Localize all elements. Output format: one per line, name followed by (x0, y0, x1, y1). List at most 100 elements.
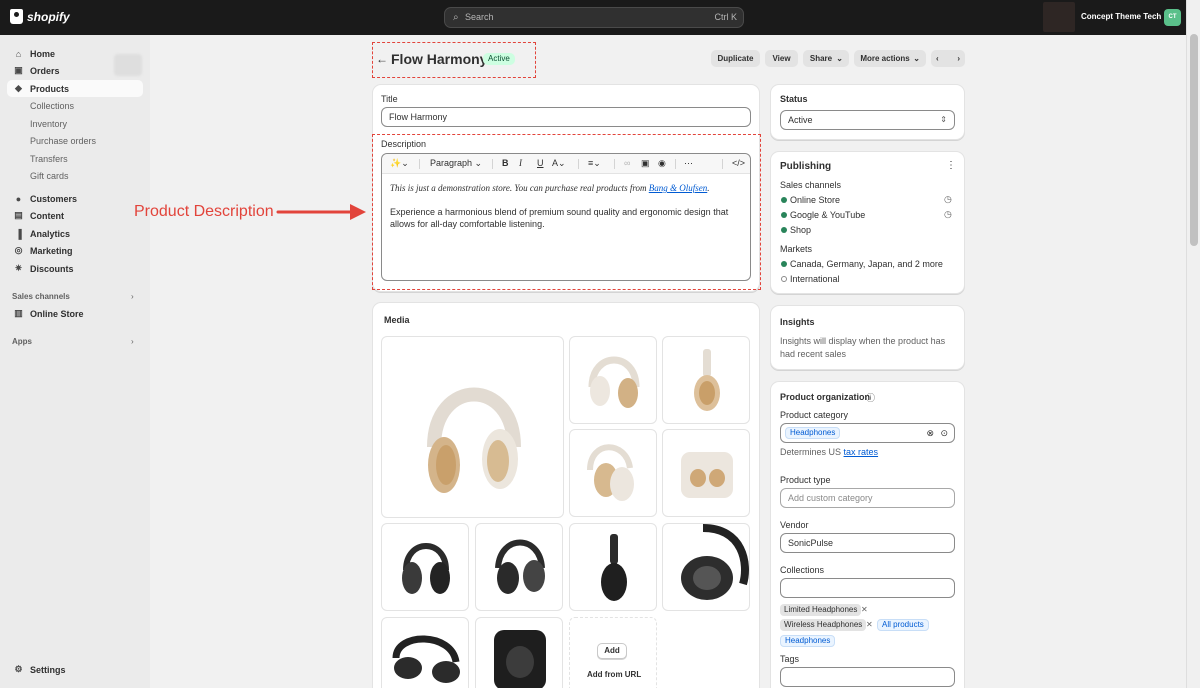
sidebar-item-settings[interactable]: ⚙ Settings (7, 661, 143, 678)
media-tile[interactable] (381, 617, 469, 688)
notice-text: This is just a demonstration store. You … (390, 183, 647, 193)
share-button[interactable]: Share ⌄ (803, 50, 849, 67)
duplicate-button[interactable]: Duplicate (711, 50, 760, 67)
sidebar-item-label: Inventory (30, 118, 68, 129)
remove-icon[interactable]: ✕ (861, 605, 868, 614)
annotation-label: Product Description (134, 203, 274, 220)
sidebar-item-label: Purchase orders (30, 135, 97, 146)
paragraph-select[interactable]: Paragraph ⌄ (430, 158, 482, 169)
next-product-icon[interactable]: › (957, 50, 960, 67)
store-thumbnail[interactable] (1043, 2, 1075, 32)
category-label: Product category (780, 410, 849, 420)
media-tile-main[interactable] (381, 336, 564, 518)
title-field[interactable]: Flow Harmony (381, 107, 751, 127)
media-heading: Media (384, 315, 410, 325)
headphones-black-image (495, 539, 545, 594)
media-tile[interactable] (662, 523, 750, 611)
collections-label: Collections (780, 565, 825, 575)
collections-field[interactable] (780, 578, 955, 598)
page-scrollbar[interactable] (1186, 0, 1200, 688)
product-type-field[interactable]: Add custom category (780, 488, 955, 508)
sidebar-item-marketing[interactable]: ◎ Marketing (7, 242, 143, 259)
bold-icon[interactable]: B (502, 158, 509, 168)
schedule-icon[interactable]: ◷ (944, 209, 952, 220)
back-arrow-icon[interactable]: ← (376, 52, 388, 66)
remove-icon[interactable]: ✕ (866, 620, 873, 629)
sales-channels-heading[interactable]: Sales channels (12, 292, 70, 301)
share-label: Share (809, 54, 833, 63)
sidebar-item-customers[interactable]: ● Customers (7, 190, 143, 207)
vendor-field[interactable]: SonicPulse (780, 533, 955, 553)
search-input[interactable]: ⌕ Search Ctrl K (444, 7, 744, 28)
avatar[interactable]: CT (1164, 9, 1181, 26)
sidebar-item-gift-cards[interactable]: Gift cards (7, 167, 143, 184)
video-icon[interactable]: ◉ (658, 158, 666, 169)
description-body: Experience a harmonious blend of premium… (390, 207, 729, 229)
status-select[interactable]: Active ⇕ (780, 110, 955, 130)
collection-chip[interactable]: Headphones (780, 635, 836, 647)
schedule-icon[interactable]: ◷ (944, 194, 952, 205)
ai-magic-icon[interactable]: ✨⌄ (390, 158, 409, 169)
sidebar-item-collections[interactable]: Collections (7, 97, 143, 114)
code-view-icon[interactable]: </> (732, 158, 745, 168)
description-editor[interactable]: ✨⌄ Paragraph ⌄ B I U A⌄ ≡⌄ ∞ ▣ ◉ ⋯ </> T… (381, 153, 751, 281)
more-icon[interactable]: ⋯ (684, 158, 693, 169)
media-tile[interactable] (569, 336, 657, 424)
text-color-icon[interactable]: A⌄ (552, 158, 566, 169)
media-tile[interactable] (662, 336, 750, 424)
sidebar-item-transfers[interactable]: Transfers (7, 150, 143, 167)
confirm-icon[interactable]: ⊙ (940, 424, 948, 442)
sidebar-item-purchase-orders[interactable]: Purchase orders (7, 132, 143, 149)
scrollbar-thumb[interactable] (1190, 34, 1198, 246)
category-chip[interactable]: Headphones (785, 427, 841, 439)
chevron-right-icon[interactable]: › (131, 292, 134, 301)
sidebar-item-online-store[interactable]: ▥ Online Store (7, 305, 143, 322)
gear-icon: ⚙ (14, 664, 23, 674)
media-tile[interactable] (569, 429, 657, 517)
clear-icon[interactable]: ⊗ (926, 424, 934, 442)
target-icon: ◎ (14, 245, 23, 255)
paragraph-label: Paragraph (430, 158, 473, 168)
sidebar-item-home[interactable]: ⌂ Home (7, 45, 143, 62)
add-from-url-link[interactable]: Add from URL (587, 670, 641, 679)
sidebar-item-orders[interactable]: ▣ Orders (7, 62, 143, 79)
channel-status-dot (781, 212, 787, 218)
sidebar-item-inventory[interactable]: Inventory (7, 115, 143, 132)
shopify-bag-icon (10, 9, 23, 24)
headphones-black-flat-image (392, 635, 460, 683)
sidebar-item-products[interactable]: ◆ Products (7, 80, 143, 97)
media-tile[interactable] (475, 617, 563, 688)
link-icon[interactable]: ∞ (624, 158, 630, 168)
tags-field[interactable] (780, 667, 955, 687)
more-actions-label: More actions (860, 54, 910, 63)
category-field[interactable]: Headphones ⊗ ⊙ (780, 423, 955, 443)
collection-chip[interactable]: All products (877, 619, 929, 631)
kebab-menu-icon[interactable]: ⋮ (946, 160, 956, 171)
store-name[interactable]: Concept Theme Tech (1081, 12, 1161, 21)
info-icon[interactable]: ⓘ (866, 391, 875, 404)
apps-heading[interactable]: Apps (12, 337, 32, 346)
image-icon[interactable]: ▣ (641, 158, 650, 169)
more-actions-button[interactable]: More actions ⌄ (854, 50, 926, 67)
sidebar-item-analytics[interactable]: ▐ Analytics (7, 225, 143, 242)
media-tile[interactable] (569, 523, 657, 611)
media-tile[interactable] (662, 429, 750, 517)
bang-olufsen-link[interactable]: Bang & Olufsen (649, 183, 708, 193)
view-button[interactable]: View (765, 50, 798, 67)
sidebar-item-content[interactable]: ▤ Content (7, 207, 143, 224)
markets-label: Markets (780, 244, 813, 254)
home-icon: ⌂ (15, 48, 22, 59)
media-tile[interactable] (475, 523, 563, 611)
chevron-right-icon[interactable]: › (131, 337, 134, 346)
chart-icon: ▐ (15, 228, 22, 239)
page-title: Flow Harmony (391, 51, 488, 67)
underline-icon[interactable]: U (537, 158, 544, 168)
previous-product-icon[interactable]: ‹ (936, 50, 939, 67)
align-icon[interactable]: ≡⌄ (588, 158, 601, 169)
italic-icon[interactable]: I (519, 158, 522, 168)
add-media-button[interactable]: Add (597, 643, 627, 659)
tax-rates-link[interactable]: tax rates (844, 447, 879, 457)
sidebar-item-discounts[interactable]: ✷ Discounts (7, 260, 143, 277)
media-tile[interactable] (381, 523, 469, 611)
shopify-logo[interactable]: shopify (10, 9, 70, 24)
